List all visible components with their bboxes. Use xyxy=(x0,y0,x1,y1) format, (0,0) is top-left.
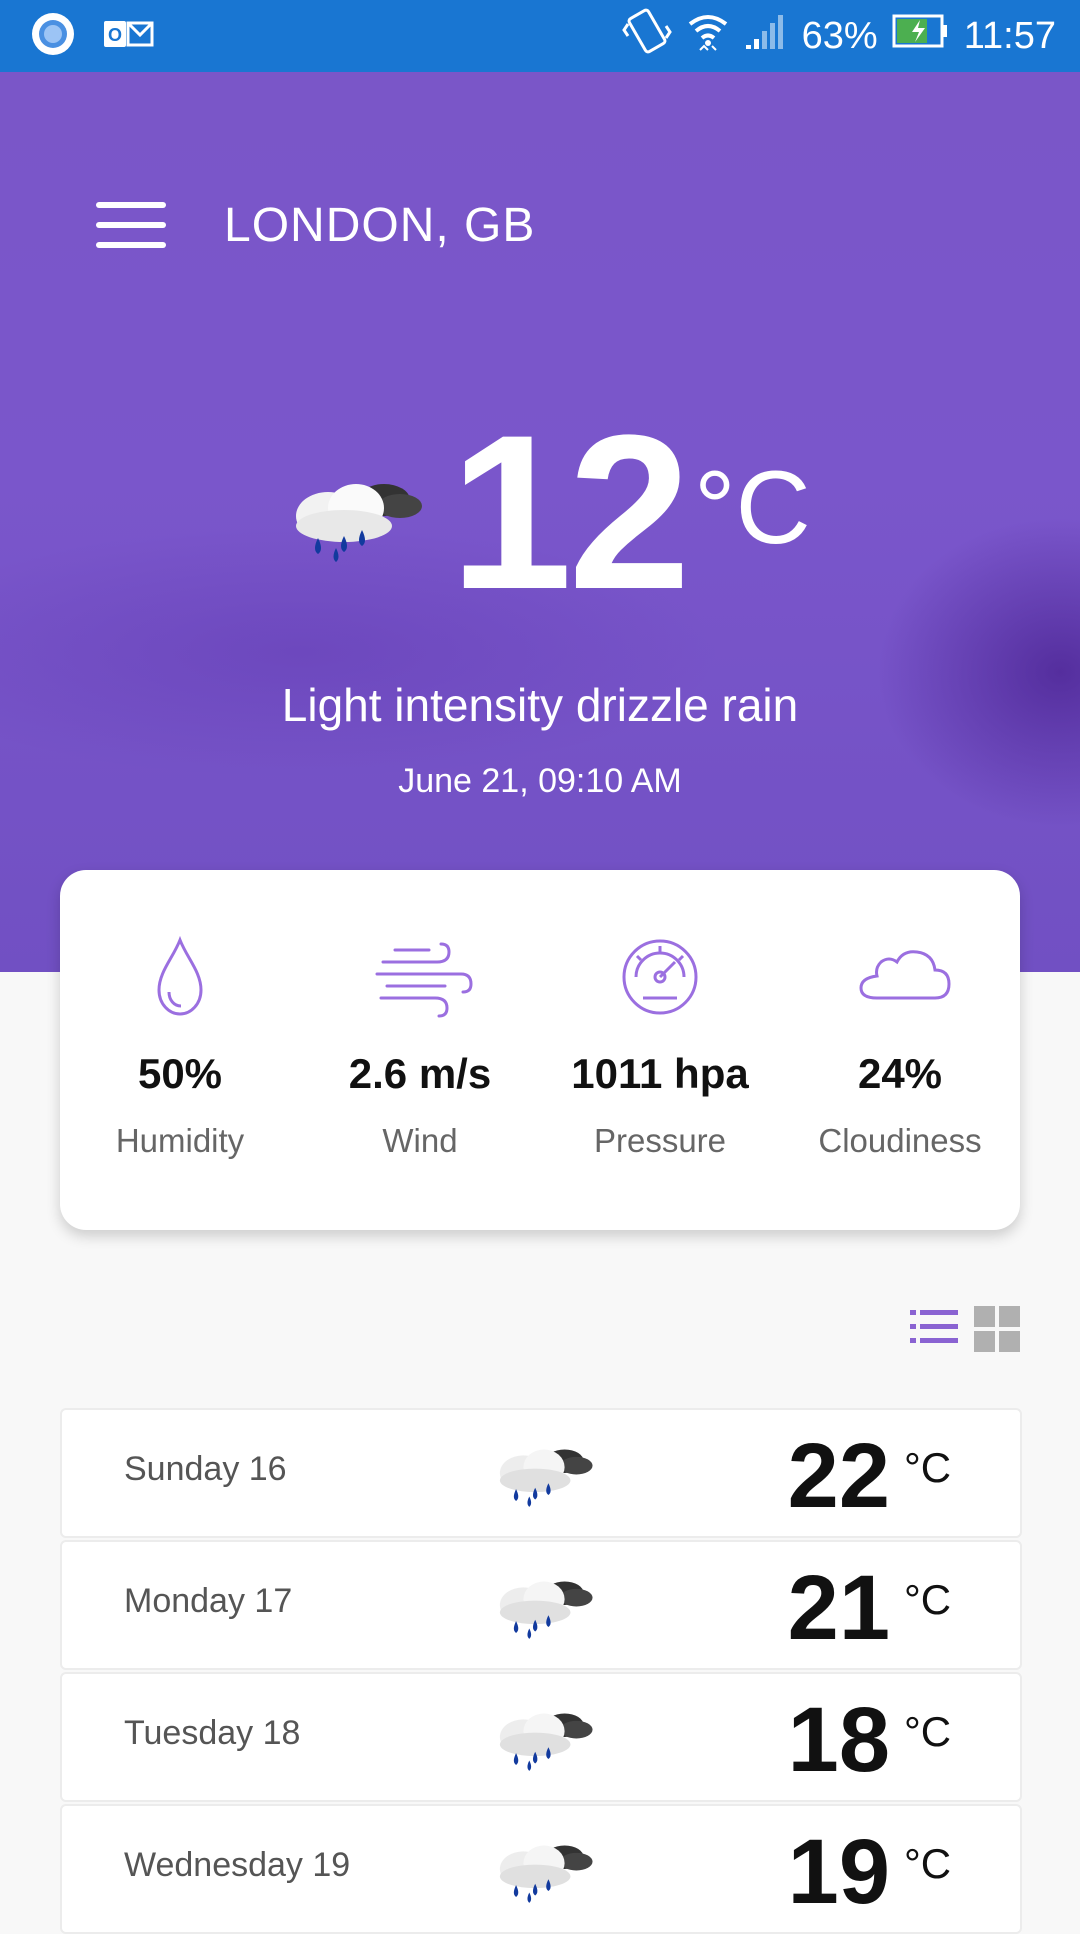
wind-icon xyxy=(375,932,473,1022)
cloudiness-stat: 24% Cloudiness xyxy=(780,870,1020,1230)
forecast-unit: °C xyxy=(904,1840,952,1887)
clock: 11:57 xyxy=(963,14,1056,57)
forecast-day: Wednesday 19 xyxy=(124,1846,351,1884)
forecast-day: Tuesday 18 xyxy=(124,1714,301,1752)
pressure-stat: 1011 hpa Pressure xyxy=(540,870,780,1230)
observation-datetime: June 21, 09:10 AM xyxy=(398,762,682,800)
wifi-icon xyxy=(686,8,730,64)
forecast-row[interactable]: Wednesday 19 19 °C xyxy=(60,1804,1022,1934)
hamburger-menu-icon[interactable] xyxy=(96,200,166,250)
battery-charging-icon xyxy=(892,14,950,58)
forecast-unit: °C xyxy=(904,1444,952,1491)
rain-cloud-icon xyxy=(494,1830,594,1908)
svg-text:O: O xyxy=(108,25,122,45)
current-temperature-unit: °C xyxy=(694,450,811,566)
cloudiness-label: Cloudiness xyxy=(818,1122,982,1159)
forecast-unit: °C xyxy=(904,1708,952,1755)
forecast-unit: °C xyxy=(904,1576,952,1623)
notification-dot-icon xyxy=(30,11,76,62)
forecast-temperature: 22 xyxy=(787,1425,890,1527)
pressure-label: Pressure xyxy=(593,1122,727,1159)
pressure-value: 1011 hpa xyxy=(571,1050,749,1097)
humidity-label: Humidity xyxy=(115,1122,245,1159)
outlook-icon: O xyxy=(102,13,154,60)
list-view-icon[interactable] xyxy=(910,1306,958,1348)
grid-view-icon[interactable] xyxy=(974,1306,1020,1352)
city-name: LONDON, GB xyxy=(224,199,536,252)
forecast-temperature: 21 xyxy=(787,1557,890,1659)
humidity-value: 50% xyxy=(137,1050,223,1097)
rain-cloud-icon xyxy=(288,466,424,566)
cloudiness-value: 24% xyxy=(857,1050,943,1097)
current-temperature: 12 xyxy=(450,389,691,635)
gauge-icon xyxy=(615,932,705,1022)
wind-label: Wind xyxy=(382,1122,458,1159)
wind-stat: 2.6 m/s Wind xyxy=(300,870,540,1230)
wind-value: 2.6 m/s xyxy=(348,1050,492,1097)
forecast-day: Sunday 16 xyxy=(124,1450,287,1488)
vibrate-icon xyxy=(621,8,672,64)
rain-cloud-icon xyxy=(494,1698,594,1776)
forecast-row[interactable]: Tuesday 18 18 °C xyxy=(60,1672,1022,1802)
forecast-row[interactable]: Sunday 16 22 °C xyxy=(60,1408,1022,1538)
forecast-temperature: 18 xyxy=(787,1689,890,1791)
status-bar: O 63% 11:57 xyxy=(0,0,1080,72)
humidity-stat: 50% Humidity xyxy=(60,870,300,1230)
droplet-icon xyxy=(135,932,225,1022)
cloud-icon xyxy=(855,932,951,1022)
weather-description: Light intensity drizzle rain xyxy=(281,679,799,731)
rain-cloud-icon xyxy=(494,1434,594,1512)
battery-percentage: 63% xyxy=(801,14,878,57)
forecast-day: Monday 17 xyxy=(124,1582,293,1620)
current-weather-hero: LONDON, GB 12 °C Light intensity drizzle… xyxy=(0,72,1080,972)
weather-details-card: 50% Humidity 2.6 m/s Wind 1011 hpa Press… xyxy=(60,870,1020,1230)
signal-icon xyxy=(744,11,788,61)
rain-cloud-icon xyxy=(494,1566,594,1644)
forecast-temperature: 19 xyxy=(787,1821,890,1923)
forecast-row[interactable]: Monday 17 21 °C xyxy=(60,1540,1022,1670)
